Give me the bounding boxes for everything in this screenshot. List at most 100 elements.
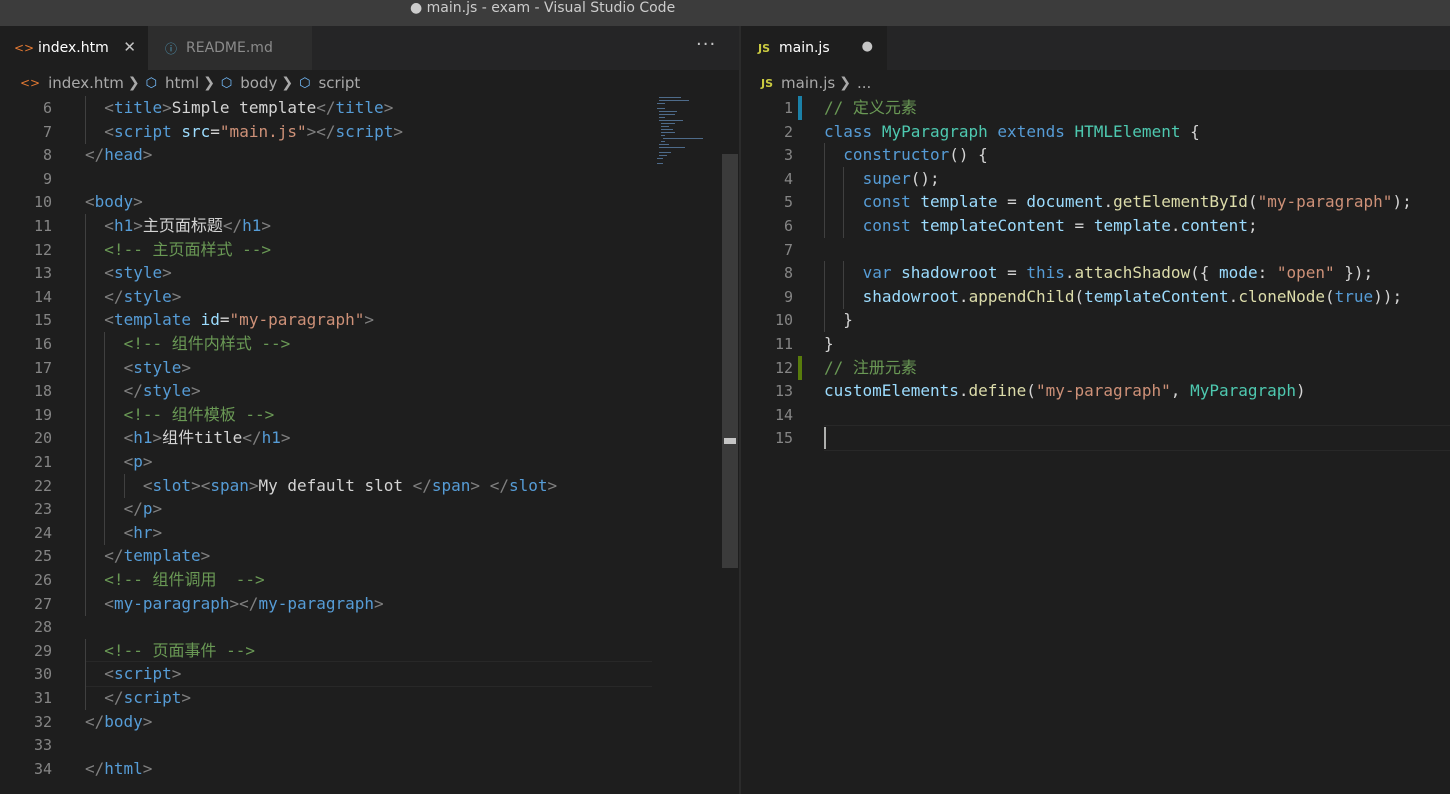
scrollbar[interactable] — [722, 154, 738, 568]
indent-guide — [843, 166, 845, 191]
code-line[interactable]: 20 <h1>组件title</h1> — [0, 426, 739, 451]
breadcrumb: JS main.js ❯ ... — [741, 70, 1450, 96]
code-line[interactable]: 23 </p> — [0, 497, 739, 522]
code-line[interactable]: 30 <script> — [0, 662, 739, 687]
breadcrumb-item[interactable]: html — [165, 74, 199, 92]
code-line[interactable]: 25 </template> — [0, 544, 739, 569]
code-token: extends — [997, 121, 1065, 141]
indent-guide — [85, 214, 86, 238]
code-token: document — [1026, 192, 1104, 212]
code-token: "my-paragraph" — [1035, 381, 1171, 401]
code-line[interactable]: 9 shadowroot.appendChild(templateContent.… — [741, 284, 1450, 309]
code-text: // 注册元素 — [824, 356, 917, 380]
code-token: </ — [123, 499, 143, 519]
code-token: > — [200, 546, 211, 566]
code-text: constructor() { — [843, 143, 988, 167]
breadcrumb-item[interactable]: script — [318, 74, 360, 92]
indent-guide — [843, 214, 845, 238]
line-number: 15 — [33, 311, 52, 330]
code-token: p — [142, 499, 153, 519]
code-line[interactable]: 10 <body> — [0, 190, 739, 214]
code-line[interactable]: 11 <h1>主页面标题</h1> — [0, 214, 739, 238]
code-token: > — [261, 216, 272, 235]
code-line[interactable]: 12 <!-- 主页面样式 --> — [0, 237, 739, 262]
code-line[interactable]: 13 <style> — [0, 261, 739, 286]
code-line[interactable]: 22 <slot><span>My default slot </span> </… — [0, 473, 739, 498]
code-token: script — [113, 664, 172, 684]
code-line[interactable]: 8 </head> — [0, 143, 739, 167]
code-line[interactable]: 5 const template = document.getElementByI… — [741, 190, 1450, 215]
code-line[interactable]: 17 <style> — [0, 355, 739, 380]
code-line[interactable]: 2 class MyParagraph extends HTMLElement { — [741, 120, 1450, 144]
code-text: <title>Simple template</title> — [104, 96, 393, 120]
code-line[interactable]: 21 <p> — [0, 450, 739, 474]
close-icon[interactable]: ✕ — [123, 39, 136, 55]
code-token: > — [248, 475, 259, 495]
code-line[interactable]: 31 </script> — [0, 686, 739, 710]
code-text: </body> — [85, 710, 152, 734]
code-token: style — [123, 286, 172, 306]
code-line[interactable]: 9 — [0, 167, 739, 191]
code-line[interactable]: 1 // 定义元素 — [741, 96, 1450, 120]
code-line[interactable]: 33 — [0, 733, 739, 757]
code-line[interactable]: 4 super(); — [741, 166, 1450, 191]
code-line[interactable]: 7 <script src="main.js"></script> — [0, 119, 739, 144]
code-token: )); — [1373, 286, 1403, 306]
code-token: cloneNode — [1238, 286, 1326, 306]
code-line[interactable]: 13 customElements.define("my-paragraph", … — [741, 379, 1450, 403]
code-line[interactable]: 32 </body> — [0, 710, 739, 734]
code-editor-left[interactable]: 6 <title>Simple template</title> 7 <script … — [0, 96, 739, 794]
code-line[interactable]: 11} — [741, 332, 1450, 356]
code-line[interactable]: 6 <title>Simple template</title> — [0, 96, 739, 120]
code-line[interactable]: 27 <my-paragraph></my-paragraph> — [0, 591, 739, 616]
code-line[interactable]: 8 var shadowroot = this.attachShadow({ mo… — [741, 261, 1450, 286]
breadcrumb-item[interactable]: body — [240, 74, 277, 92]
line-number: 25 — [33, 547, 52, 566]
tab-index-htm[interactable]: <> index.htm ✕ — [0, 26, 148, 70]
code-line[interactable]: 18 </style> — [0, 379, 739, 404]
code-token: < — [142, 475, 153, 495]
code-line[interactable]: 24 <hr> — [0, 520, 739, 545]
code-token: . — [958, 381, 969, 401]
breadcrumb-file[interactable]: index.htm — [48, 74, 124, 92]
code-editor-right[interactable]: 1 // 定义元素 2 class MyParagraph extends HTMLE… — [741, 96, 1450, 794]
code-line[interactable]: 28 — [0, 615, 739, 639]
indent-guide — [104, 426, 106, 451]
code-token: template — [123, 546, 201, 566]
unsaved-dot-icon[interactable]: ● — [862, 39, 873, 55]
tab-main-js[interactable]: JS main.js ● — [741, 26, 887, 70]
code-token: > — [393, 121, 403, 141]
code-line[interactable]: 15 <template id="my-paragraph"> — [0, 308, 739, 333]
code-line[interactable]: 34 </html> — [0, 757, 739, 781]
code-line[interactable]: 26 <!-- 组件调用 --> — [0, 568, 739, 592]
code-line[interactable]: 10} — [741, 308, 1450, 333]
code-token: > — [133, 216, 143, 235]
code-text: <!-- 组件模板 --> — [124, 403, 275, 427]
code-line[interactable]: 7 — [741, 238, 1450, 262]
code-text: <hr> — [124, 521, 163, 545]
code-line[interactable]: 14 </style> — [0, 284, 739, 309]
code-line[interactable]: 12 // 注册元素 — [741, 356, 1450, 380]
indent-guide — [85, 402, 86, 427]
code-line[interactable]: 15 — [741, 426, 1450, 450]
code-line[interactable]: 29 <!-- 页面事件 --> — [0, 638, 739, 663]
code-token: </ — [85, 145, 105, 165]
code-line[interactable]: 16 <!-- 组件内样式 --> — [0, 332, 739, 356]
breadcrumb-item[interactable]: ... — [857, 74, 871, 92]
code-line[interactable]: 19 <!-- 组件模板 --> — [0, 402, 739, 427]
code-line[interactable]: 14 — [741, 403, 1450, 427]
code-token: </ — [222, 216, 243, 235]
breadcrumb-file[interactable]: main.js — [781, 74, 835, 92]
indent-guide — [104, 402, 106, 427]
code-line[interactable]: 6 const templateContent = template.conten… — [741, 214, 1450, 238]
more-actions-icon[interactable]: ··· — [696, 34, 716, 55]
tab-readme[interactable]: ⓘ README.md — [148, 26, 312, 70]
code-token: > — [364, 310, 375, 330]
code-token: Simple template — [171, 98, 317, 117]
code-text: class MyParagraph extends HTMLElement { — [824, 120, 1200, 144]
code-line[interactable]: 3 constructor() { — [741, 143, 1450, 168]
line-number: 4 — [783, 169, 793, 188]
chevron-right-icon: ❯ — [281, 75, 294, 91]
minimap[interactable] — [657, 96, 719, 166]
